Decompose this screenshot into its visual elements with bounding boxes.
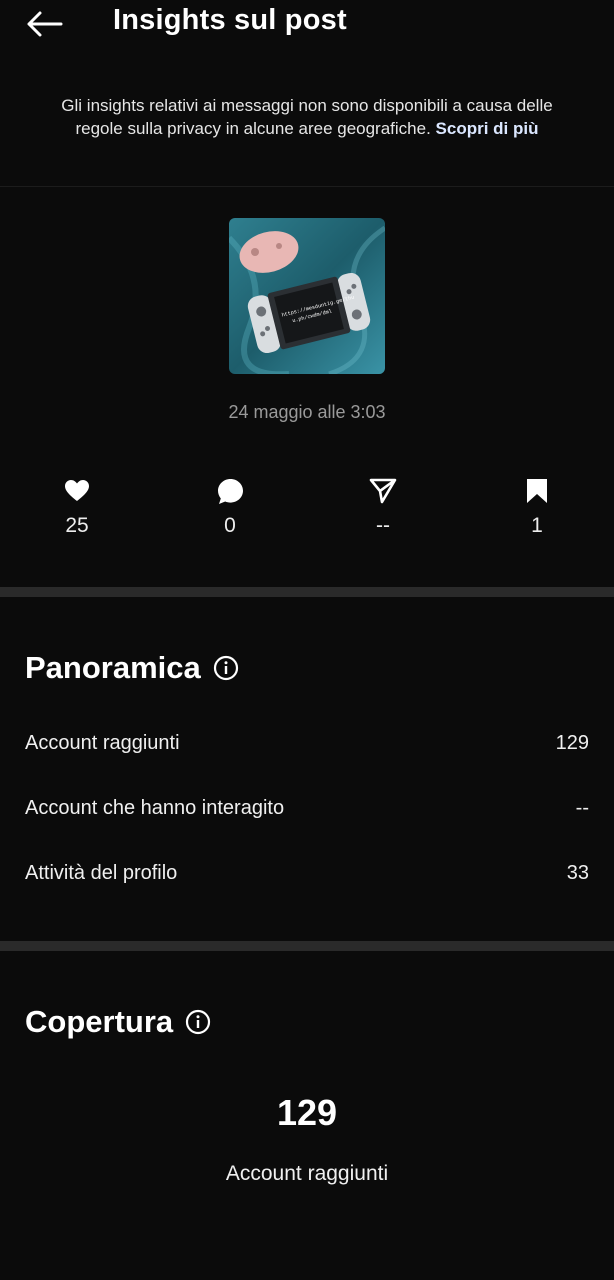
- overview-title: Panoramica: [25, 650, 201, 685]
- bookmark-icon: [527, 479, 547, 503]
- saves-stat: 1: [497, 476, 577, 538]
- overview-row-profile-activity[interactable]: Attività del profilo 33: [25, 858, 589, 888]
- page-title: Insights sul post: [113, 4, 347, 36]
- comment-icon: [217, 478, 243, 504]
- row-label: Account raggiunti: [25, 731, 180, 754]
- row-value: 33: [566, 861, 589, 884]
- likes-count: 25: [65, 514, 89, 537]
- post-image: https://mesduntig.ge/thu u.ph/cwdm/dml: [229, 218, 385, 374]
- heart-icon: [65, 480, 89, 501]
- shares-stat: --: [343, 476, 423, 538]
- post-date: 24 maggio alle 3:03: [228, 402, 386, 422]
- privacy-notice: Gli insights relativi ai messaggi non so…: [40, 94, 574, 140]
- saves-count: 1: [531, 514, 543, 537]
- section-separator: [0, 941, 614, 951]
- row-value: 129: [555, 731, 589, 754]
- comments-stat: 0: [190, 476, 270, 538]
- coverage-info-icon[interactable]: [185, 1009, 211, 1035]
- shares-count: --: [376, 514, 390, 537]
- overview-row-accounts-engaged[interactable]: Account che hanno interagito --: [25, 793, 589, 823]
- row-label: Account che hanno interagito: [25, 796, 285, 819]
- coverage-title-row: Copertura: [25, 1004, 211, 1040]
- overview-title-row: Panoramica: [25, 650, 239, 686]
- coverage-label: Account raggiunti: [225, 1162, 389, 1185]
- comments-count: 0: [224, 514, 236, 537]
- back-button[interactable]: [22, 6, 66, 42]
- overview-row-accounts-reached[interactable]: Account raggiunti 129: [25, 728, 589, 758]
- section-separator: [0, 587, 614, 597]
- coverage-title: Copertura: [25, 1004, 174, 1039]
- row-value: --: [575, 796, 589, 819]
- row-label: Attività del profilo: [25, 861, 178, 884]
- top-bar: Insights sul post: [0, 0, 614, 50]
- coverage-number: 129: [276, 1092, 338, 1133]
- divider: [0, 186, 614, 187]
- overview-info-icon[interactable]: [213, 655, 239, 681]
- post-thumbnail[interactable]: https://mesduntig.ge/thu u.ph/cwdm/dml: [229, 218, 385, 374]
- learn-more-link[interactable]: Scopri di più: [436, 119, 539, 138]
- likes-stat: 25: [37, 476, 117, 538]
- arrow-left-icon: [27, 11, 63, 37]
- send-icon: [369, 478, 397, 504]
